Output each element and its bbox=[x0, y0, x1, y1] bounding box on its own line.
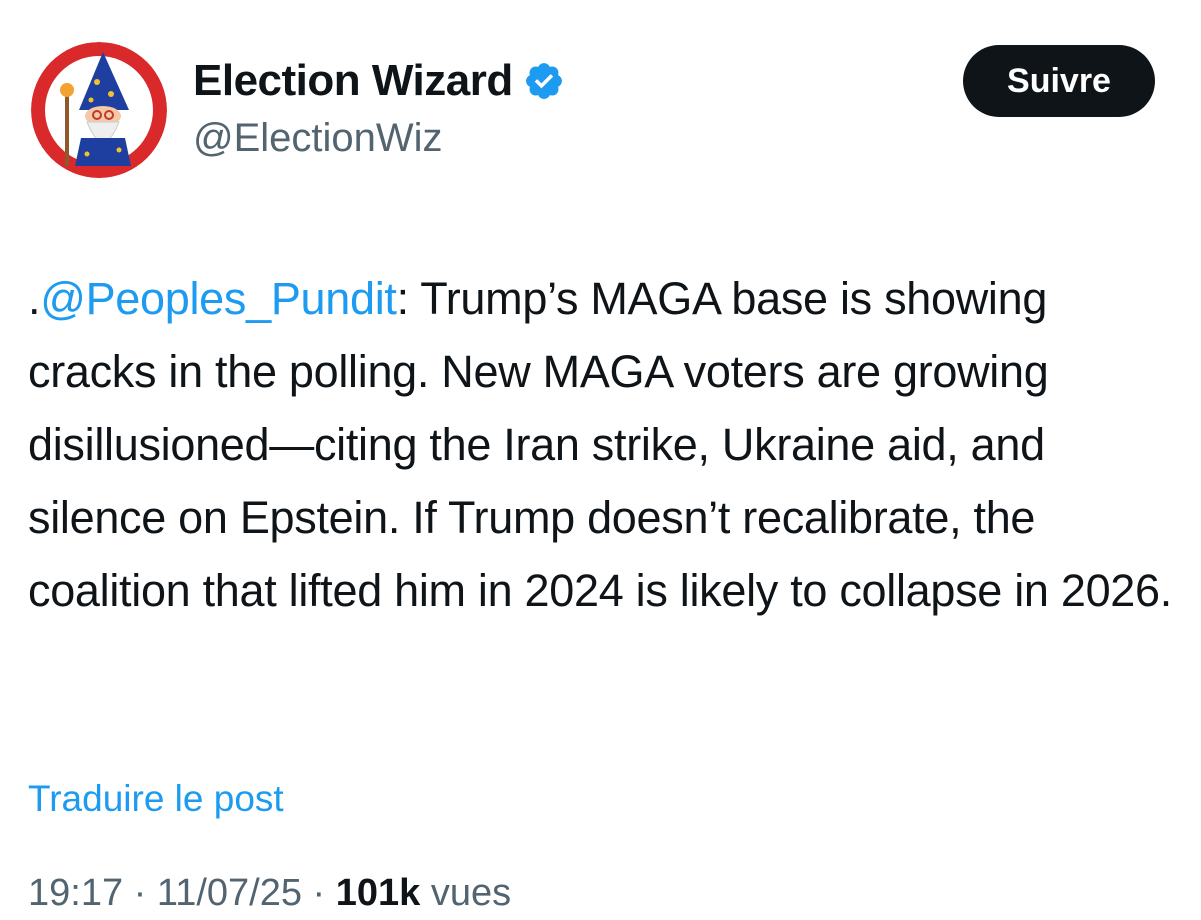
tweet-date[interactable]: 11/07/25 bbox=[157, 872, 302, 914]
name-row: Election Wizard bbox=[193, 52, 565, 110]
tweet-time[interactable]: 19:17 bbox=[28, 872, 123, 914]
follow-button[interactable]: Suivre bbox=[963, 45, 1155, 117]
author-identity: Election Wizard @ElectionWiz bbox=[193, 52, 565, 161]
author-avatar[interactable] bbox=[31, 42, 167, 178]
tweet-text: .@Peoples_Pundit: Trump’s MAGA base is s… bbox=[28, 262, 1178, 627]
meta-separator: · bbox=[123, 872, 157, 914]
tweet-card: Election Wizard @ElectionWiz Suivre .@Pe… bbox=[0, 0, 1201, 920]
meta-separator: · bbox=[301, 872, 336, 914]
translate-post-link[interactable]: Traduire le post bbox=[28, 778, 284, 820]
author-handle[interactable]: @ElectionWiz bbox=[193, 116, 565, 161]
tweet-mention-link[interactable]: @Peoples_Pundit bbox=[40, 273, 397, 324]
tweet-meta: 19:17 · 11/07/25 · 101k vues bbox=[28, 872, 511, 915]
views-count: 101k bbox=[335, 872, 421, 914]
verified-badge-icon[interactable] bbox=[523, 60, 565, 102]
tweet-body: : Trump’s MAGA base is showing cracks in… bbox=[28, 273, 1172, 616]
views-label: vues bbox=[420, 872, 512, 914]
author-display-name[interactable]: Election Wizard bbox=[193, 56, 513, 106]
wizard-avatar-icon bbox=[31, 42, 167, 178]
tweet-prefix: . bbox=[28, 273, 41, 324]
